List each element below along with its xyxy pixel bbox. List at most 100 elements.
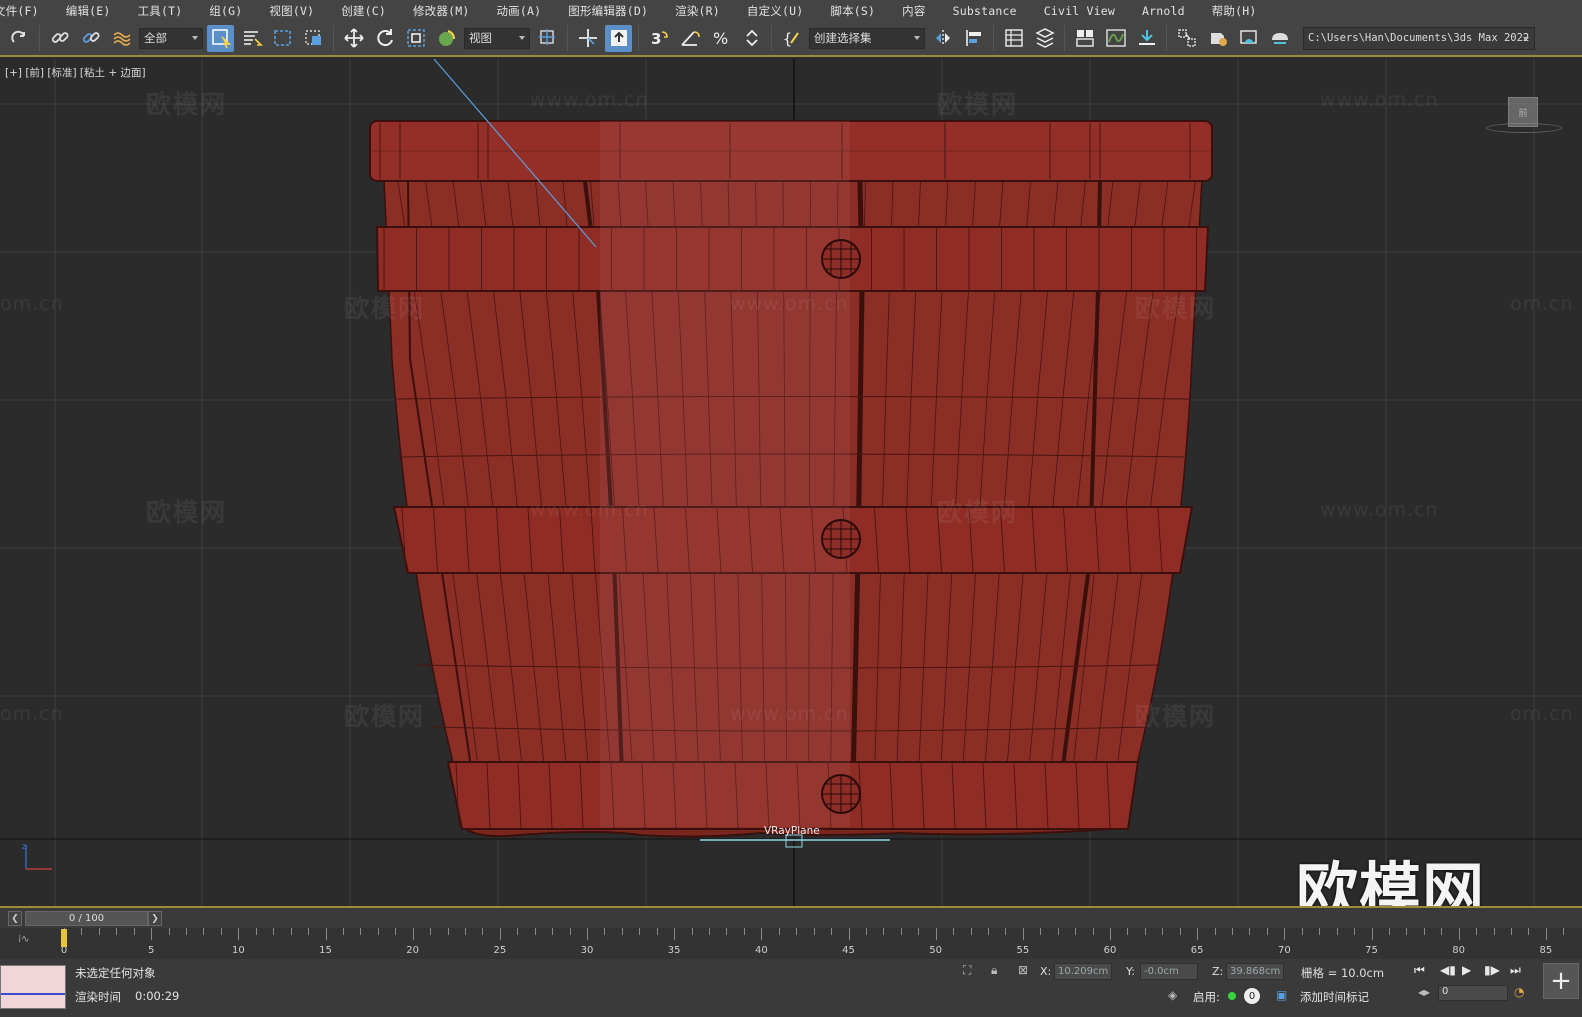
z-coordinate-field[interactable]: 39.868cm — [1226, 963, 1284, 980]
ribbon-toggle-icon[interactable] — [1071, 25, 1098, 52]
reference-coordinate-dropdown[interactable]: 视图 — [464, 27, 530, 49]
pivot-center-icon[interactable] — [534, 25, 561, 52]
adaptive-degradation-icon[interactable]: ◈ — [1168, 988, 1177, 1002]
track-tick — [743, 928, 745, 935]
percent-snap-icon[interactable]: % — [707, 25, 734, 52]
scale-icon[interactable] — [402, 25, 429, 52]
track-tick — [412, 928, 414, 940]
add-time-tag-button[interactable]: 添加时间标记 — [1300, 989, 1369, 1005]
select-manipulate-icon[interactable] — [574, 25, 601, 52]
time-prev-button[interactable]: ❮ — [8, 911, 22, 926]
enable-count-badge[interactable]: 0 — [1244, 988, 1260, 1004]
angle-snap-icon[interactable] — [676, 25, 703, 52]
align-icon[interactable] — [960, 25, 987, 52]
current-frame-marker[interactable] — [61, 929, 67, 947]
time-slider[interactable]: 0 / 100 — [25, 911, 148, 926]
menu-item-2[interactable]: 工具(T) — [125, 3, 197, 19]
menu-item-10[interactable]: 自定义(U) — [734, 3, 817, 19]
y-coordinate-label: Y: — [1126, 965, 1135, 978]
current-frame-field[interactable]: 0 — [1438, 985, 1508, 1001]
next-frame-icon[interactable]: ▮▶ — [1484, 963, 1500, 977]
viewcube-compass-ring[interactable] — [1486, 123, 1562, 133]
menu-item-9[interactable]: 渲染(R) — [662, 3, 734, 19]
time-slider-bar: ❮ 0 / 100 ❯ — [0, 906, 1582, 928]
schematic-view-icon[interactable] — [1133, 25, 1160, 52]
redo-icon[interactable] — [6, 25, 33, 52]
render-setup-icon[interactable] — [1204, 25, 1231, 52]
menu-item-3[interactable]: 组(G) — [196, 3, 256, 19]
play-icon[interactable]: ▶ — [1462, 963, 1471, 977]
window-crossing-icon[interactable] — [300, 25, 327, 52]
menu-item-7[interactable]: 动画(A) — [483, 3, 555, 19]
edit-named-selection-icon[interactable]: { — [778, 25, 805, 52]
selection-filter-dropdown[interactable]: 全部 — [139, 27, 203, 49]
rectangular-selection-icon[interactable] — [269, 25, 296, 52]
menu-item-11[interactable]: 脚本(S) — [817, 3, 889, 19]
rotate-icon[interactable] — [371, 25, 398, 52]
unlink-icon[interactable] — [77, 25, 104, 52]
track-tick — [273, 928, 275, 935]
project-folder-dropdown[interactable]: C:\Users\Han\Documents\3ds Max 2022 — [1303, 26, 1535, 50]
track-tick — [1249, 928, 1251, 935]
menu-item-4[interactable]: 视图(V) — [256, 3, 328, 19]
maxscript-listener-mini[interactable] — [0, 965, 66, 1009]
mirror-icon[interactable] — [929, 25, 956, 52]
track-tick — [604, 928, 606, 935]
toolbar-separator — [638, 25, 639, 51]
track-bar[interactable]: ⁞∿ 0 5 10 15 20 25 30 35 40 45 50 55 60 65 70 75 80 85 — [0, 928, 1582, 959]
main-toolbar: 全部 视图 3 % { 创建选择集 C:\Users\Han\Documents… — [0, 21, 1582, 57]
object-name-label: VRayPlane — [764, 825, 820, 837]
previous-frame-icon[interactable]: ◀▮ — [1440, 963, 1456, 977]
bind-spacewarp-icon[interactable] — [108, 25, 135, 52]
link-icon[interactable] — [46, 25, 73, 52]
menu-item-8[interactable]: 图形编辑器(D) — [555, 3, 662, 19]
x-coordinate-field[interactable]: 10.209cm — [1054, 963, 1112, 980]
go-to-start-icon[interactable]: ⏮ — [1414, 963, 1425, 978]
placement-icon[interactable] — [433, 25, 460, 52]
keyboard-shortcut-override-icon[interactable] — [605, 24, 632, 52]
x-coordinate-label: X: — [1040, 965, 1052, 978]
menu-item-1[interactable]: 编辑(E) — [53, 3, 125, 19]
rendered-frame-window-icon[interactable] — [1235, 25, 1262, 52]
spinner-snap-icon[interactable] — [738, 25, 765, 52]
reference-coordinate-value: 视图 — [469, 31, 492, 45]
select-by-name-icon[interactable] — [238, 25, 265, 52]
go-to-end-icon[interactable]: ⏭ — [1510, 963, 1521, 978]
selection-lock-icon[interactable]: 🔒︎ — [991, 963, 997, 978]
render-time-value: 0:00:29 — [135, 989, 180, 1003]
time-tag-icon[interactable]: ▣ — [1276, 988, 1287, 1002]
absolute-mode-icon[interactable]: ⊠ — [1018, 963, 1028, 977]
material-editor-icon[interactable] — [1173, 25, 1200, 52]
track-tick — [656, 928, 658, 935]
watermark: www.om.cn — [730, 293, 849, 315]
track-tick-label: 20 — [406, 945, 420, 956]
set-key-plus-icon[interactable]: + — [1543, 963, 1579, 999]
scene-explorer-icon[interactable] — [1000, 25, 1027, 52]
move-icon[interactable] — [340, 25, 367, 52]
y-coordinate-field[interactable]: -0.0cm — [1140, 963, 1198, 980]
viewport-label[interactable]: [+] [前] [标准] [粘土 + 边面] — [5, 65, 146, 80]
track-tick — [761, 928, 763, 940]
menu-item-5[interactable]: 创建(C) — [328, 3, 400, 19]
front-viewport[interactable]: z 欧模网 www.om.cn 欧模网 www.om.cn om.cn 欧模网 … — [0, 59, 1582, 906]
time-next-button[interactable]: ❯ — [148, 911, 162, 926]
menu-item-14[interactable]: Civil View — [1031, 4, 1129, 18]
menu-item-13[interactable]: Substance — [940, 4, 1031, 18]
layer-explorer-icon[interactable] — [1031, 25, 1058, 52]
snap-toggle-icon[interactable]: 3 — [645, 25, 672, 52]
render-production-icon[interactable] — [1266, 25, 1293, 52]
menu-item-0[interactable]: 文件(F) — [0, 3, 53, 19]
named-selection-set-dropdown[interactable]: 创建选择集 — [809, 27, 925, 49]
key-mode-toggle-icon[interactable]: ◂▸ — [1418, 985, 1430, 999]
menu-item-12[interactable]: 内容 — [889, 3, 939, 19]
time-configuration-icon[interactable]: ◔ — [1514, 985, 1524, 999]
grid-size-text: 栅格 = 10.0cm — [1301, 966, 1385, 980]
track-tick — [464, 928, 466, 935]
menu-item-16[interactable]: 帮助(H) — [1199, 3, 1271, 19]
menu-item-6[interactable]: 修改器(M) — [400, 3, 483, 19]
curve-editor-mini-icon[interactable]: ⁞∿ — [18, 934, 30, 945]
select-object-icon[interactable] — [207, 24, 234, 52]
menu-item-15[interactable]: Arnold — [1129, 4, 1199, 18]
curve-editor-icon[interactable] — [1102, 25, 1129, 52]
isolate-selection-icon[interactable]: ⛶ — [963, 963, 971, 978]
